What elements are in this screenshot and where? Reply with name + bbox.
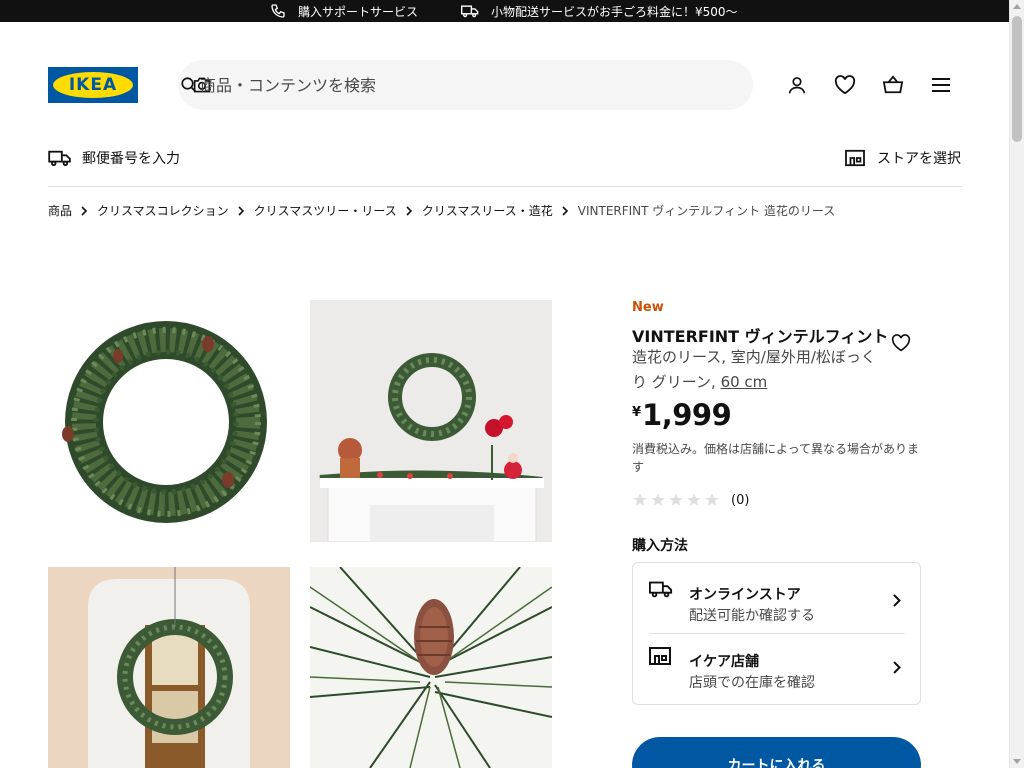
chevron-right-icon: [562, 205, 569, 216]
breadcrumb-item[interactable]: クリスマスコレクション: [97, 202, 229, 219]
star-icon: [650, 492, 666, 508]
rating[interactable]: (0): [632, 492, 749, 508]
ikea-logo[interactable]: IKEA: [48, 67, 138, 103]
product-description: 造花のリース, 室内/屋外用/松ぼっくり グリーン, 60 cm: [632, 345, 882, 395]
product-image-mantel[interactable]: [310, 300, 552, 542]
star-icon: [632, 492, 648, 508]
heart-icon: [834, 75, 856, 95]
menu-icon: [932, 78, 950, 92]
purchase-methods-title: 購入方法: [632, 538, 688, 554]
store-icon: [845, 149, 865, 167]
breadcrumb-item[interactable]: 商品: [48, 202, 72, 219]
search-input[interactable]: [200, 60, 720, 110]
postal-code-selector[interactable]: 郵便番号を入力: [48, 148, 180, 168]
delivery-label: 小物配送サービスがお手ごろ料金に！¥500〜: [491, 4, 738, 19]
truck-icon: [461, 5, 479, 18]
price-value: 1,999: [642, 398, 732, 432]
breadcrumb-item[interactable]: クリスマスリース・造花: [422, 202, 553, 219]
basket-icon: [882, 75, 904, 94]
page-scrollbar[interactable]: [1009, 0, 1024, 768]
mantel-image: [310, 300, 552, 542]
menu-button[interactable]: [929, 73, 953, 97]
product-size-link[interactable]: 60 cm: [721, 373, 768, 391]
star-icon: [686, 492, 702, 508]
user-icon: [788, 77, 806, 94]
favorites-button[interactable]: [833, 73, 857, 97]
tax-note: 消費税込み。価格は店舗によって異なる場合があります: [632, 442, 920, 474]
product-image-closeup[interactable]: [310, 567, 552, 768]
logo-wordmark: IKEA: [68, 75, 118, 95]
top-banner: 購入サポートサービス 小物配送サービスがお手ごろ料金に！¥500〜: [0, 0, 1009, 22]
support-label: 購入サポートサービス: [298, 4, 419, 19]
star-icon: [668, 492, 684, 508]
breadcrumb-item[interactable]: クリスマスツリー・リース: [254, 202, 397, 219]
support-link[interactable]: 購入サポートサービス: [270, 0, 418, 22]
product-price: ¥ 1,999: [632, 398, 732, 432]
product-image-main[interactable]: [48, 300, 290, 542]
postal-label: 郵便番号を入力: [82, 151, 180, 167]
search-bar[interactable]: [178, 60, 753, 110]
breadcrumb-current: VINTERFINT ヴィンテルフィント 造花のリース: [577, 204, 836, 218]
phone-icon: [271, 4, 285, 18]
heart-icon: [891, 334, 911, 352]
chevron-right-icon: [406, 205, 413, 216]
online-store-title: オンラインストア: [689, 587, 801, 603]
chevron-right-icon: [893, 594, 901, 607]
scroll-up-icon[interactable]: [1013, 4, 1021, 9]
chevron-right-icon: [893, 661, 901, 674]
online-store-sub: 配送可能か確認する: [689, 608, 815, 624]
cart-button[interactable]: [881, 73, 905, 97]
rating-count: (0): [731, 492, 750, 508]
user-button[interactable]: [785, 73, 809, 97]
scroll-down-icon[interactable]: [1013, 759, 1021, 764]
truck-icon: [48, 150, 71, 167]
ikea-store-title: イケア店舗: [689, 654, 759, 670]
breadcrumb: 商品 クリスマスコレクション クリスマスツリー・リース クリスマスリース・造花 …: [48, 202, 835, 219]
chevron-right-icon: [238, 205, 245, 216]
store-icon: [649, 647, 671, 665]
product-image-window[interactable]: [48, 567, 290, 768]
ikea-store-sub: 店頭での在庫を確認: [689, 675, 815, 691]
header-divider: [48, 186, 962, 187]
store-selector[interactable]: ストアを選択: [845, 148, 961, 168]
closeup-image: [310, 567, 552, 768]
new-badge: New: [632, 300, 664, 315]
product-name: VINTERFINT ヴィンテルフィント: [632, 327, 889, 346]
store-label: ストアを選択: [877, 151, 961, 167]
price-currency: ¥: [632, 405, 642, 420]
truck-icon: [649, 581, 673, 598]
star-icon: [704, 492, 720, 508]
ikea-store-option[interactable]: イケア店舗 店頭での在庫を確認: [649, 634, 905, 694]
online-store-option[interactable]: オンラインストア 配送可能か確認する: [649, 567, 905, 627]
delivery-link[interactable]: 小物配送サービスがお手ごろ料金に！¥500〜: [461, 0, 738, 22]
add-to-favorites-button[interactable]: [889, 331, 913, 355]
scroll-thumb[interactable]: [1012, 16, 1022, 142]
add-to-cart-button[interactable]: カートに入れる: [632, 737, 921, 768]
purchase-options: オンラインストア 配送可能か確認する イケア店舗 店頭での在庫を確認: [632, 562, 921, 705]
chevron-right-icon: [81, 205, 88, 216]
window-image: [48, 567, 290, 768]
wreath-image: [62, 321, 267, 523]
